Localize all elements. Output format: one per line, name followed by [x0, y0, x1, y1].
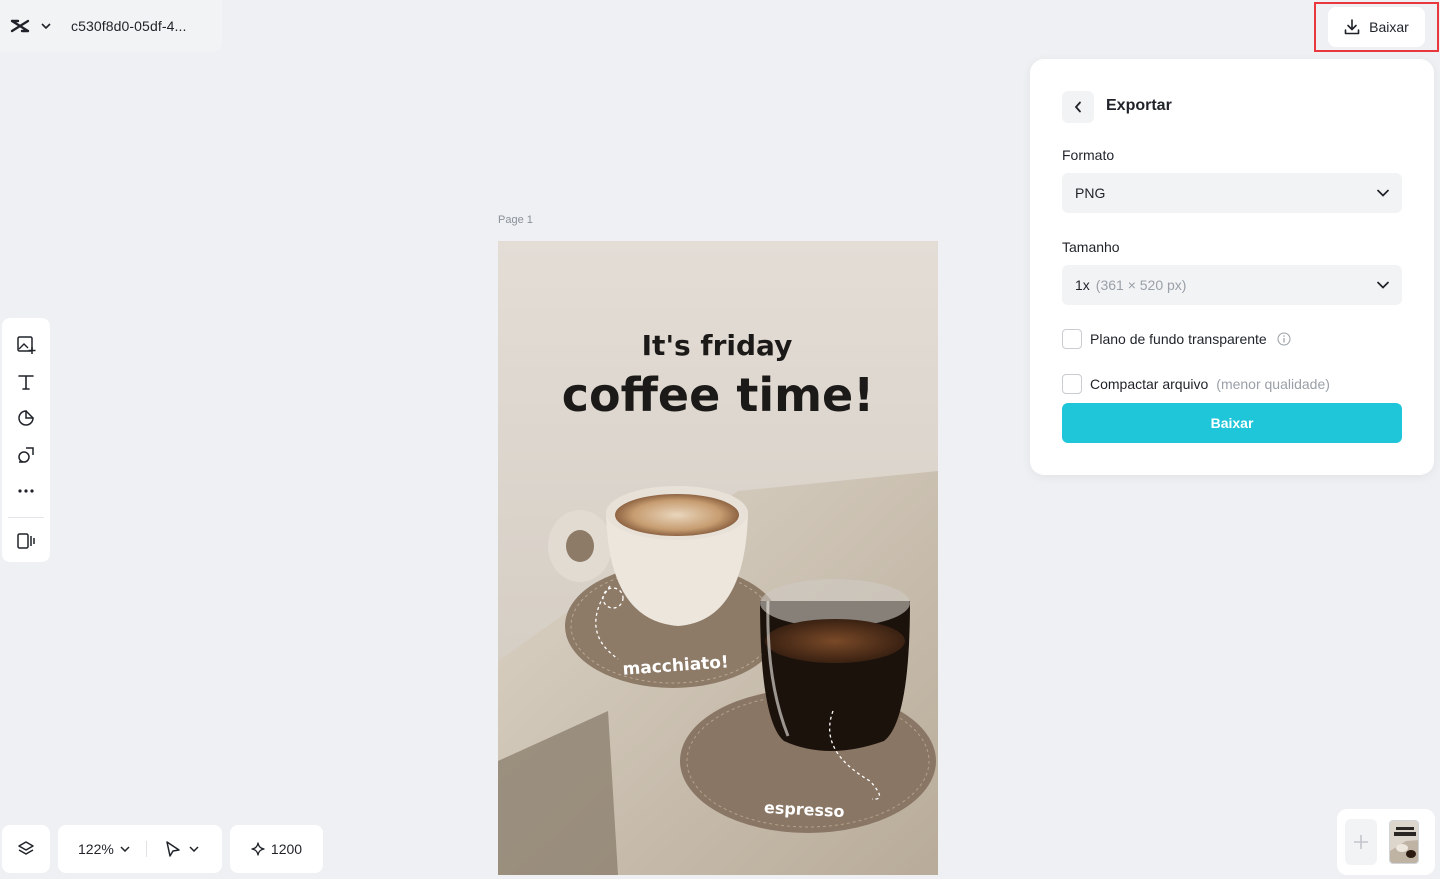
download-label: Baixar [1369, 19, 1409, 35]
format-label: Formato [1062, 147, 1115, 163]
compress-label: Compactar arquivo [1090, 376, 1209, 392]
pages-panel [1337, 809, 1435, 875]
size-value: 1x [1075, 277, 1090, 293]
thumbnail-image [1390, 821, 1418, 863]
format-select[interactable]: PNG [1062, 173, 1402, 213]
chevron-down-icon [1377, 281, 1389, 289]
size-detail: (361 × 520 px) [1095, 277, 1187, 293]
panel-title: Exportar [1106, 97, 1172, 114]
info-icon[interactable] [1277, 332, 1291, 346]
credits-button[interactable]: 1200 [230, 825, 323, 873]
add-page-button[interactable] [1345, 819, 1377, 865]
shapes-icon[interactable] [10, 440, 42, 471]
page-thumbnail[interactable] [1389, 820, 1419, 864]
compress-checkbox[interactable] [1062, 374, 1082, 394]
layers-icon [18, 841, 34, 855]
transparent-bg-checkbox[interactable] [1062, 329, 1082, 349]
artboard[interactable]: It's friday coffee time! macchiato! espr… [498, 241, 938, 875]
topbar-left: c530f8d0-05df-4... [0, 0, 222, 52]
zoom-value: 122% [78, 841, 114, 857]
text-icon[interactable] [10, 367, 42, 398]
download-icon [1344, 19, 1360, 35]
size-select[interactable]: 1x (361 × 520 px) [1062, 265, 1402, 305]
template-icon[interactable] [10, 525, 42, 556]
pointer-tool-select[interactable] [165, 840, 199, 858]
compress-note: (menor qualidade) [1216, 376, 1330, 392]
back-button[interactable] [1062, 91, 1094, 123]
more-icon[interactable] [10, 476, 42, 507]
page-label: Page 1 [498, 214, 533, 226]
compress-row: Compactar arquivo (menor qualidade) [1062, 374, 1330, 394]
sparkle-icon [251, 842, 265, 856]
size-label: Tamanho [1062, 239, 1120, 255]
download-button[interactable]: Baixar [1328, 7, 1425, 47]
layers-button[interactable] [2, 825, 50, 873]
left-toolbar [2, 318, 50, 562]
app-logo-icon[interactable] [9, 15, 31, 37]
export-download-button[interactable]: Baixar [1062, 403, 1402, 443]
divider [145, 841, 147, 857]
poster-image: It's friday coffee time! macchiato! espr… [498, 241, 938, 875]
chevron-down-icon [1377, 189, 1389, 197]
file-name[interactable]: c530f8d0-05df-4... [71, 18, 186, 34]
chevron-down-icon[interactable] [39, 19, 53, 33]
add-image-icon[interactable] [10, 330, 42, 361]
chevron-down-icon [189, 846, 199, 852]
zoom-select[interactable]: 122% [78, 841, 130, 857]
transparent-bg-label: Plano de fundo transparente [1090, 331, 1267, 347]
transparent-bg-row: Plano de fundo transparente [1062, 329, 1291, 349]
poster-line1: It's friday [642, 329, 793, 362]
toolbar-divider [8, 516, 44, 518]
poster-line2: coffee time! [562, 368, 874, 422]
chevron-down-icon [120, 846, 130, 852]
credits-value: 1200 [270, 841, 303, 857]
sticker-icon[interactable] [10, 403, 42, 434]
chevron-left-icon [1074, 101, 1081, 113]
plus-icon [1354, 835, 1368, 849]
export-panel: Exportar Formato PNG Tamanho 1x (361 × 5… [1030, 59, 1434, 475]
format-value: PNG [1075, 185, 1106, 201]
zoom-controls: 122% [58, 825, 222, 873]
pointer-icon [166, 841, 180, 857]
download-highlight: Baixar [1314, 2, 1439, 52]
